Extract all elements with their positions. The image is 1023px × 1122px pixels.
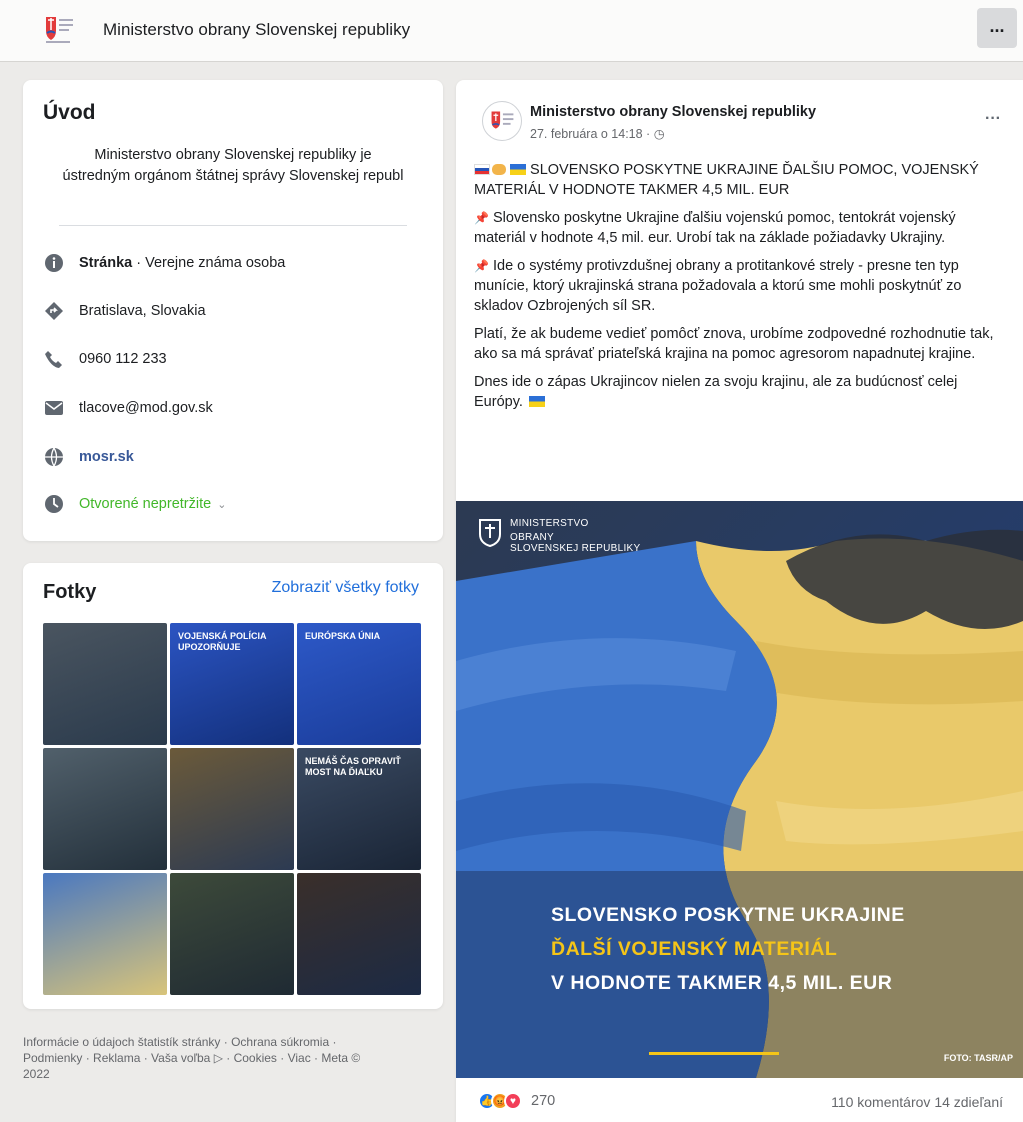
pin-icon: 📌 <box>474 259 489 273</box>
post-options-button[interactable]: ··· <box>985 110 1001 128</box>
clock-icon <box>43 493 65 515</box>
page-header: Ministerstvo obrany Slovenskej republiky… <box>0 0 1023 62</box>
post-paragraph: Platí, že ak budeme vedieť pomôcť znova,… <box>474 326 994 362</box>
footer-line: 2022 <box>23 1067 50 1081</box>
photo-credit: FOTO: TASR/AP <box>943 1053 1013 1063</box>
post-card: Ministerstvo obrany Slovenskej republiky… <box>456 80 1023 1122</box>
photos-title: Fotky <box>43 581 97 603</box>
footer-line[interactable]: Informácie o údajoch štatistík stránky ·… <box>23 1034 443 1050</box>
email-row[interactable]: tlacove@mod.gov.sk <box>43 396 213 420</box>
photo-thumbnail[interactable]: NEMÁŠ ČAS OPRAVIŤ MOST NA ĎIAĽKU <box>297 748 421 870</box>
page-title[interactable]: Ministerstvo obrany Slovenskej republiky <box>103 20 410 40</box>
phone-text[interactable]: 0960 112 233 <box>79 351 167 367</box>
post-paragraph: 📌 Ide o systémy protivzdušnej obrany a p… <box>474 258 962 314</box>
shares-count[interactable]: 14 zdieľaní <box>934 1094 1003 1110</box>
ministry-image-logo: MINISTERSTVO OBRANY SLOVENSKEJ REPUBLIKY <box>478 518 641 554</box>
location-text[interactable]: Bratislava, Slovakia <box>79 303 206 319</box>
image-logo-line: MINISTERSTVO <box>510 518 589 529</box>
intro-description: Ministerstvo obrany Slovenskej republiky… <box>62 147 404 184</box>
page-type-value: · Verejne známa osoba <box>132 255 286 271</box>
slovakia-flag-icon <box>474 164 490 175</box>
intro-title: Úvod <box>43 101 96 124</box>
envelope-icon <box>43 397 65 419</box>
more-options-button[interactable]: ... <box>977 8 1017 48</box>
author-avatar[interactable] <box>482 101 522 141</box>
page-type-label: Stránka <box>79 255 133 271</box>
website-link[interactable]: mosr.sk <box>79 449 134 465</box>
photo-thumbnail[interactable] <box>43 873 167 995</box>
photo-thumbnail[interactable]: VOJENSKÁ POLÍCIA UPOZORŇUJE <box>170 623 294 745</box>
ukraine-flag-icon <box>510 164 526 175</box>
website-row[interactable]: mosr.sk <box>43 445 134 469</box>
reactions-summary[interactable]: 👍 😡 ♥ 270 <box>478 1092 555 1110</box>
divider <box>59 225 407 226</box>
map-pin-icon <box>43 300 65 322</box>
engagement-summary: 110 komentárov 14 zdieľaní <box>831 1094 1003 1110</box>
hours-text[interactable]: Otvorené nepretržite <box>79 496 211 512</box>
globe-icon <box>43 446 65 468</box>
page-footer: Informácie o údajoch štatistík stránky ·… <box>23 1034 443 1082</box>
location-row[interactable]: Bratislava, Slovakia <box>43 299 206 323</box>
photo-grid: VOJENSKÁ POLÍCIA UPOZORŇUJE EURÓPSKA ÚNIA… <box>43 623 421 998</box>
comments-count[interactable]: 110 komentárov <box>831 1094 930 1110</box>
post-timestamp[interactable]: 27. februára o 14:18 · ◷ <box>530 126 665 141</box>
reaction-count[interactable]: 270 <box>531 1093 555 1109</box>
photo-thumbnail[interactable] <box>43 623 167 745</box>
pin-icon: 📌 <box>474 211 489 225</box>
photo-thumbnail[interactable] <box>170 873 294 995</box>
post-paragraph: 📌 Slovensko poskytne Ukrajine ďalšiu voj… <box>474 210 956 246</box>
photo-thumbnail-caption: NEMÁŠ ČAS OPRAVIŤ MOST NA ĎIAĽKU <box>305 756 401 777</box>
phone-row[interactable]: 0960 112 233 <box>43 347 167 371</box>
post-author[interactable]: Ministerstvo obrany Slovenskej republiky <box>530 104 816 120</box>
image-logo-line: SLOVENSKEJ REPUBLIKY <box>510 543 641 554</box>
see-all-photos-link[interactable]: Zobraziť všetky fotky <box>272 579 419 597</box>
post-headline: SLOVENSKO POSKYTNE UKRAJINE ĎALŠIU POMOC… <box>474 162 979 198</box>
photo-thumbnail-caption: VOJENSKÁ POLÍCIA UPOZORŇUJE <box>178 631 267 652</box>
info-icon <box>43 252 65 274</box>
photo-thumbnail-caption: EURÓPSKA ÚNIA <box>305 631 381 641</box>
handshake-icon <box>492 164 506 175</box>
image-headline: SLOVENSKO POSKYTNE UKRAJINE ĎALŠÍ VOJENS… <box>551 904 905 994</box>
image-accent-bar <box>649 1052 779 1055</box>
footer-line[interactable]: Podmienky · Reklama · Vaša voľba ▷ · Coo… <box>23 1050 443 1066</box>
image-logo-line: OBRANY <box>510 532 555 543</box>
page-type-row: Stránka · Verejne známa osoba <box>43 251 285 275</box>
post-text: SLOVENSKO POSKYTNE UKRAJINE ĎALŠIU POMOC… <box>474 160 1009 420</box>
email-text[interactable]: tlacove@mod.gov.sk <box>79 400 213 416</box>
photo-thumbnail[interactable] <box>170 748 294 870</box>
post-image[interactable]: MINISTERSTVO OBRANY SLOVENSKEJ REPUBLIKY… <box>456 501 1023 1078</box>
intro-card: Úvod Ministerstvo obrany Slovenskej repu… <box>23 80 443 541</box>
shield-icon <box>479 519 501 548</box>
photo-thumbnail[interactable] <box>43 748 167 870</box>
love-icon: ♥ <box>504 1092 522 1110</box>
post-paragraph: Dnes ide o zápas Ukrajincov nielen za sv… <box>474 374 958 410</box>
phone-icon <box>43 348 65 370</box>
chevron-down-icon[interactable]: ⌄ <box>217 498 226 511</box>
photo-thumbnail[interactable] <box>297 873 421 995</box>
ministry-logo[interactable] <box>38 11 78 51</box>
hours-row[interactable]: Otvorené nepretržite ⌄ <box>43 492 226 516</box>
photos-card: Fotky Zobraziť všetky fotky VOJENSKÁ POL… <box>23 563 443 1009</box>
photo-thumbnail[interactable]: EURÓPSKA ÚNIA <box>297 623 421 745</box>
ukraine-flag-icon <box>528 396 545 407</box>
post-headline-paragraph: SLOVENSKO POSKYTNE UKRAJINE ĎALŠIU POMOC… <box>474 160 1009 200</box>
